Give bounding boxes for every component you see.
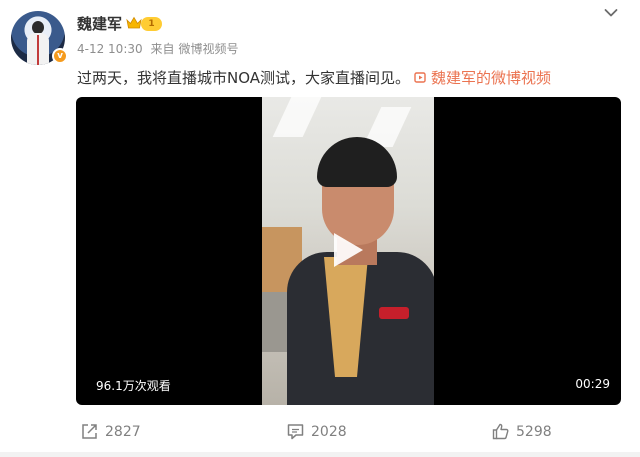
weibo-post-card: v 魏建军 1 4-12 10:30 来自 微博视频号 过两天，我将直播城市NOA… [0, 0, 640, 457]
video-link[interactable]: 魏建军的微博视频 [414, 67, 551, 88]
post-text: 过两天，我将直播城市NOA测试，大家直播间见。 [77, 69, 411, 87]
chevron-down-icon[interactable] [604, 8, 618, 18]
level-badge[interactable]: 1 [141, 17, 162, 31]
like-count: 5298 [516, 423, 552, 440]
avatar-figure-stripe [37, 35, 39, 65]
comment-count: 2028 [311, 423, 347, 440]
share-button[interactable]: 2827 [81, 423, 141, 440]
share-count: 2827 [105, 423, 141, 440]
post-date[interactable]: 4-12 10:30 [77, 42, 143, 56]
play-icon[interactable] [330, 230, 366, 270]
share-icon [82, 424, 97, 439]
ceiling-light [272, 97, 322, 137]
verified-badge: v [52, 48, 68, 64]
crown-icon [126, 16, 142, 29]
card-divider [0, 452, 640, 457]
like-button[interactable]: 5298 [492, 423, 552, 440]
video-player[interactable]: 96.1万次观看 00:29 [76, 97, 621, 405]
video-link-icon [414, 72, 426, 83]
post-source[interactable]: 微博视频号 [178, 42, 238, 56]
comment-icon [287, 424, 304, 440]
source-prefix: 来自 [150, 42, 175, 56]
view-count: 96.1万次观看 [96, 379, 171, 393]
video-link-label: 魏建军的微博视频 [431, 69, 552, 87]
jacket-logo [379, 307, 409, 319]
post-meta: 4-12 10:30 来自 微博视频号 [77, 40, 243, 57]
user-name[interactable]: 魏建军 [77, 13, 122, 34]
comment-button[interactable]: 2028 [287, 423, 347, 440]
video-duration: 00:29 [575, 377, 610, 391]
like-icon [492, 423, 509, 440]
